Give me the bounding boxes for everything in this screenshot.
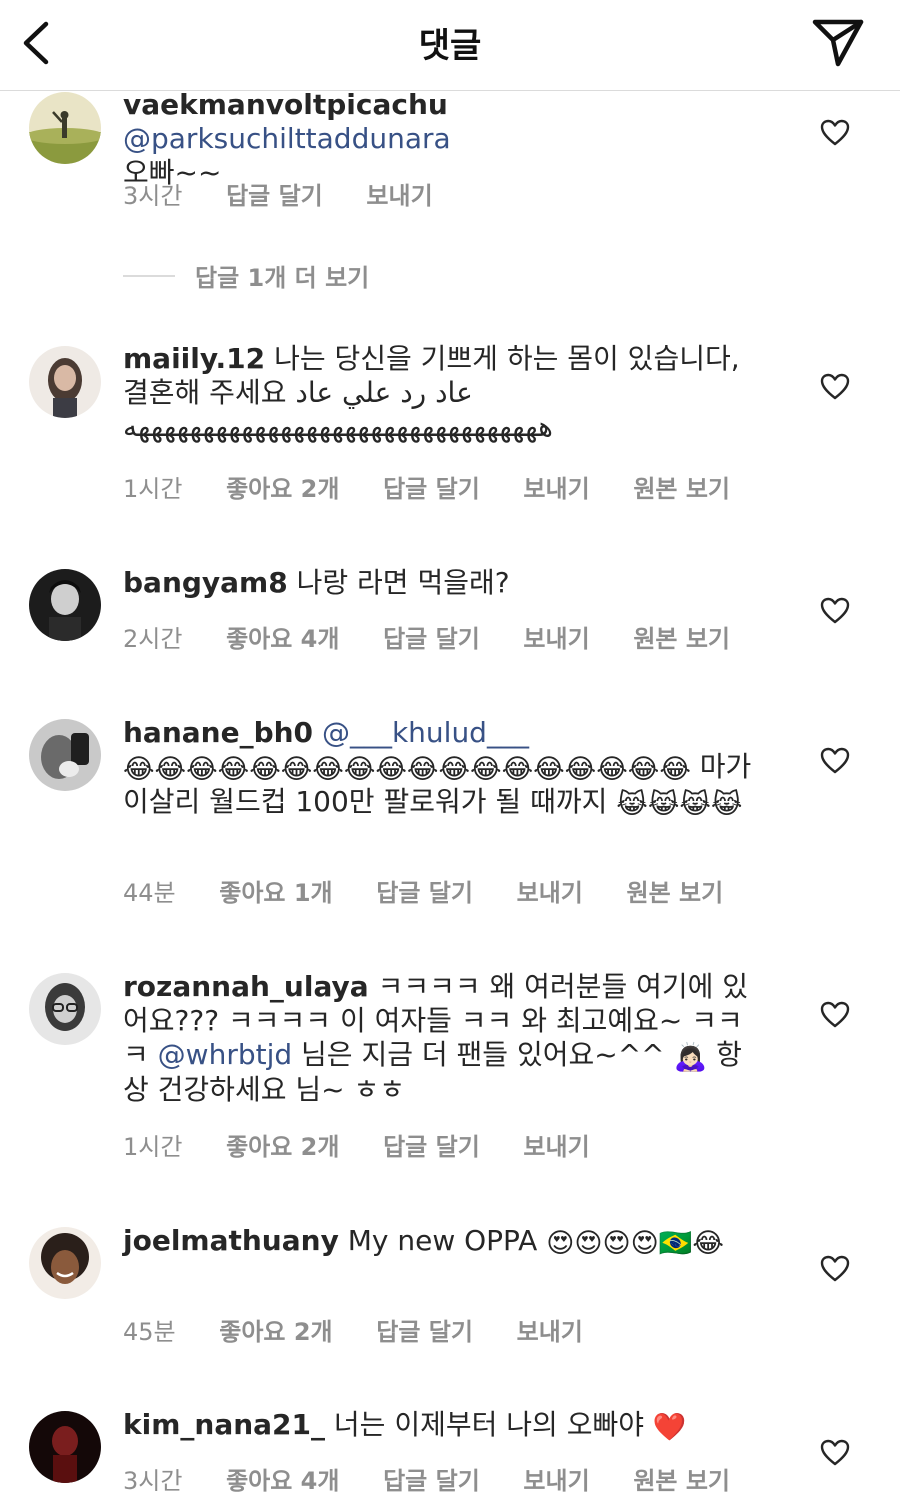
- send-button[interactable]: 보내기: [523, 475, 589, 503]
- comment-username[interactable]: maiily.12: [123, 342, 265, 375]
- likes-count[interactable]: 좋아요 2개: [226, 475, 339, 503]
- reply-button[interactable]: 답글 달기: [383, 625, 480, 653]
- comment-username[interactable]: bangyam8: [123, 566, 288, 599]
- share-button[interactable]: [810, 16, 866, 68]
- comment-time: 45분: [123, 1318, 176, 1346]
- avatar[interactable]: [29, 346, 101, 418]
- like-button[interactable]: [820, 1438, 850, 1468]
- avatar[interactable]: [29, 1227, 101, 1299]
- comment-emoji: 😂😂😂😂😂😂😂😂😂😂😂😂😂😂😂😂😂😂: [123, 754, 691, 785]
- like-button[interactable]: [820, 372, 850, 402]
- header: 댓글: [0, 0, 900, 91]
- send-button[interactable]: 보내기: [523, 1133, 589, 1161]
- send-button[interactable]: 보내기: [523, 625, 589, 653]
- heart-outline-icon: [820, 1255, 850, 1282]
- comment-time: 1시간: [123, 475, 183, 503]
- heart-outline-icon: [820, 597, 850, 624]
- like-button[interactable]: [820, 118, 850, 148]
- send-icon: [812, 19, 864, 67]
- reply-button[interactable]: 답글 달기: [376, 1318, 473, 1346]
- comment-time: 3시간: [123, 182, 183, 210]
- avatar[interactable]: [29, 973, 101, 1045]
- comment-emoji: 😍😍😍😍🇧🇷😂: [546, 1228, 724, 1259]
- comment-text: 나랑 라면 먹을래?: [296, 566, 510, 599]
- comment-time: 44분: [123, 879, 176, 907]
- comment-meta: 3시간 답글 달기 보내기: [123, 176, 469, 211]
- avatar[interactable]: [29, 92, 101, 164]
- avatar[interactable]: [29, 569, 101, 641]
- see-original-button[interactable]: 원본 보기: [633, 625, 730, 653]
- see-original-button[interactable]: 원본 보기: [627, 879, 724, 907]
- likes-count[interactable]: 좋아요 2개: [219, 1318, 332, 1346]
- avatar[interactable]: [29, 719, 101, 791]
- avatar[interactable]: [29, 1411, 101, 1483]
- heart-outline-icon: [820, 119, 850, 146]
- see-original-button[interactable]: 원본 보기: [633, 475, 730, 503]
- comment-time: 3시간: [123, 1467, 183, 1495]
- comment-text: 님은 지금 더 팬들 있어요~^^: [301, 1038, 665, 1071]
- likes-count[interactable]: 좋아요 2개: [226, 1133, 339, 1161]
- send-button[interactable]: 보내기: [366, 182, 432, 210]
- likes-count[interactable]: 좋아요 4개: [226, 1467, 339, 1495]
- likes-count[interactable]: 좋아요 4개: [226, 625, 339, 653]
- heart-outline-icon: [820, 747, 850, 774]
- comment-meta: 44분 좋아요 1개 답글 달기 보내기 원본 보기: [123, 873, 759, 908]
- comment-meta: 3시간 좋아요 4개 답글 달기 보내기 원본 보기: [123, 1461, 766, 1496]
- reply-button[interactable]: 답글 달기: [383, 475, 480, 503]
- divider-line: [123, 274, 175, 277]
- comment-emoji: 🙇🏻‍♀️: [673, 1042, 708, 1073]
- send-button[interactable]: 보내기: [517, 879, 583, 907]
- comment-time: 2시간: [123, 625, 183, 653]
- like-button[interactable]: [820, 596, 850, 626]
- reply-button[interactable]: 답글 달기: [226, 182, 323, 210]
- comment-mention[interactable]: @parksuchilttaddunara: [123, 122, 451, 155]
- comment-text: My new OPPA: [347, 1224, 538, 1257]
- heart-outline-icon: [820, 373, 850, 400]
- like-button[interactable]: [820, 746, 850, 776]
- comment-meta: 45분 좋아요 2개 답글 달기 보내기: [123, 1312, 619, 1347]
- see-original-button[interactable]: 원본 보기: [633, 1467, 730, 1495]
- comment-emoji: 😹😹😹😹: [616, 789, 743, 820]
- likes-count[interactable]: 좋아요 1개: [219, 879, 332, 907]
- heart-outline-icon: [820, 1439, 850, 1466]
- heart-outline-icon: [820, 1001, 850, 1028]
- comment-mention[interactable]: @whrbtjd: [158, 1038, 292, 1071]
- comment-emoji: ❤️: [652, 1412, 687, 1443]
- reply-button[interactable]: 답글 달기: [383, 1133, 480, 1161]
- comment-username[interactable]: hanane_bh0: [123, 716, 313, 749]
- comment-time: 1시간: [123, 1133, 183, 1161]
- comment-meta: 1시간 좋아요 2개 답글 달기 보내기: [123, 1127, 626, 1162]
- view-more-replies-button[interactable]: 답글 1개 더 보기: [123, 258, 369, 293]
- comment-meta: 2시간 좋아요 4개 답글 달기 보내기 원본 보기: [123, 619, 766, 654]
- view-more-replies-label: 답글 1개 더 보기: [195, 264, 370, 292]
- like-button[interactable]: [820, 1254, 850, 1284]
- comment-username[interactable]: rozannah_ulaya: [123, 970, 369, 1003]
- comment-username[interactable]: kim_nana21_: [123, 1408, 325, 1441]
- page-title: 댓글: [418, 26, 482, 66]
- comment-username[interactable]: joelmathuany: [123, 1224, 339, 1257]
- send-button[interactable]: 보내기: [517, 1318, 583, 1346]
- reply-button[interactable]: 답글 달기: [376, 879, 473, 907]
- like-button[interactable]: [820, 1000, 850, 1030]
- comment-text: 너는 이제부터 나의 오빠야: [333, 1408, 644, 1441]
- comment-username[interactable]: vaekmanvoltpicachu: [123, 88, 448, 121]
- reply-button[interactable]: 답글 달기: [383, 1467, 480, 1495]
- comment-mention[interactable]: @___khulud___: [322, 716, 529, 749]
- comment-meta: 1시간 좋아요 2개 답글 달기 보내기 원본 보기: [123, 469, 766, 504]
- send-button[interactable]: 보내기: [523, 1467, 589, 1495]
